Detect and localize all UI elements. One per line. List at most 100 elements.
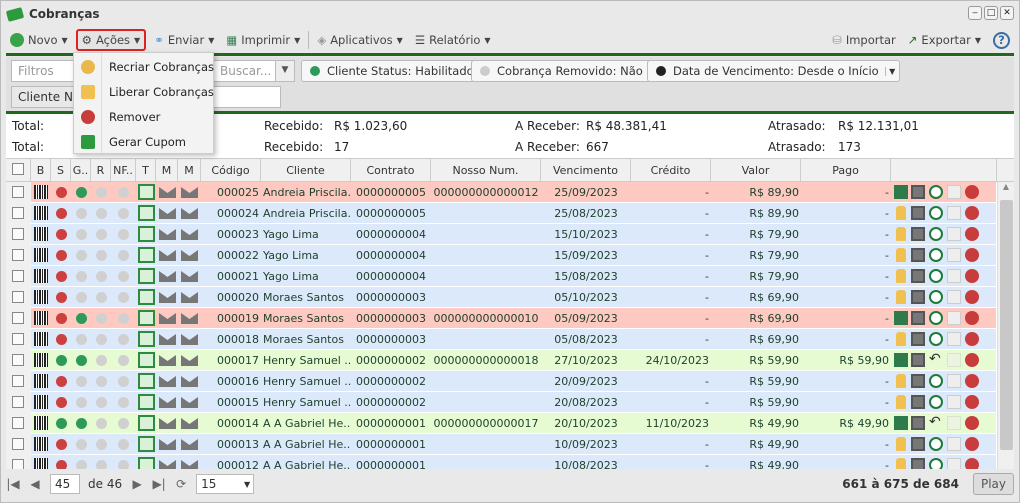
mail-icon[interactable]	[159, 418, 176, 429]
details-icon[interactable]	[911, 353, 925, 367]
details-icon[interactable]	[911, 395, 925, 409]
column-header[interactable]: M	[156, 159, 178, 182]
receipt-icon[interactable]	[947, 332, 961, 346]
remove-icon[interactable]	[965, 416, 979, 430]
lock-icon[interactable]	[896, 395, 906, 409]
details-icon[interactable]	[911, 248, 925, 262]
remove-icon[interactable]	[965, 395, 979, 409]
vertical-scrollbar[interactable]: ▲	[997, 182, 1014, 469]
details-icon[interactable]	[911, 206, 925, 220]
filters-dropdown[interactable]: ▼	[275, 60, 295, 82]
barcode-icon[interactable]	[34, 353, 48, 367]
column-header[interactable]: Nosso Num.	[431, 159, 541, 182]
download-icon[interactable]	[929, 458, 943, 469]
terminal-icon[interactable]	[138, 184, 155, 200]
terminal-icon[interactable]	[138, 331, 155, 347]
details-icon[interactable]	[911, 437, 925, 451]
lock-icon[interactable]	[896, 206, 906, 220]
row-checkbox[interactable]	[12, 333, 24, 345]
terminal-icon[interactable]	[138, 268, 155, 284]
column-header[interactable]: Vencimento	[541, 159, 631, 182]
menu-item-gerar-cupom[interactable]: Gerar Cupom	[74, 129, 215, 154]
barcode-icon[interactable]	[34, 206, 48, 220]
details-icon[interactable]	[911, 290, 925, 304]
mail-icon[interactable]	[159, 229, 176, 240]
column-header[interactable]: Crédito	[631, 159, 711, 182]
mail-icon[interactable]	[159, 292, 176, 303]
terminal-icon[interactable]	[138, 415, 155, 431]
first-page-button[interactable]: |◀	[6, 477, 20, 491]
mail-icon[interactable]	[181, 271, 198, 282]
page-size-select[interactable]: 15 ▼	[196, 474, 255, 494]
receipt-icon[interactable]	[947, 311, 961, 325]
barcode-icon[interactable]	[34, 437, 48, 451]
terminal-icon[interactable]	[138, 289, 155, 305]
column-header[interactable]: R	[91, 159, 111, 182]
remove-icon[interactable]	[965, 437, 979, 451]
next-page-button[interactable]: ▶	[130, 477, 144, 491]
receipt-icon[interactable]	[947, 290, 961, 304]
column-header[interactable]: S	[51, 159, 71, 182]
column-header[interactable]: Contrato	[351, 159, 431, 182]
novo-button[interactable]: Novo ▼	[6, 31, 72, 49]
page-input[interactable]: 45	[50, 474, 80, 494]
terminal-icon[interactable]	[138, 226, 155, 242]
terminal-icon[interactable]	[138, 373, 155, 389]
download-icon[interactable]	[929, 185, 943, 199]
barcode-icon[interactable]	[34, 395, 48, 409]
barcode-icon[interactable]	[34, 311, 48, 325]
mail-icon[interactable]	[159, 187, 176, 198]
mail-icon[interactable]	[159, 208, 176, 219]
remove-icon[interactable]	[965, 290, 979, 304]
details-icon[interactable]	[911, 416, 925, 430]
remove-icon[interactable]	[965, 227, 979, 241]
details-icon[interactable]	[911, 227, 925, 241]
minimize-button[interactable]: ‒	[968, 6, 982, 20]
table-row[interactable]: 000012 A A Gabriel He... 0000000001 10/0…	[6, 455, 996, 469]
details-icon[interactable]	[911, 332, 925, 346]
remove-icon[interactable]	[965, 185, 979, 199]
row-checkbox[interactable]	[12, 207, 24, 219]
row-checkbox[interactable]	[12, 438, 24, 450]
table-row[interactable]: 000013 A A Gabriel He... 0000000001 10/0…	[6, 434, 996, 455]
mail-icon[interactable]	[159, 355, 176, 366]
mail-icon[interactable]	[159, 439, 176, 450]
remove-icon[interactable]	[965, 248, 979, 262]
details-icon[interactable]	[911, 311, 925, 325]
details-icon[interactable]	[911, 269, 925, 283]
lock-icon[interactable]	[896, 227, 906, 241]
aplicativos-button[interactable]: ◈ Aplicativos ▼	[313, 31, 406, 49]
terminal-icon[interactable]	[138, 310, 155, 326]
table-row[interactable]: 000015 Henry Samuel ... 0000000002 20/08…	[6, 392, 996, 413]
receipt-icon[interactable]	[947, 248, 961, 262]
barcode-icon[interactable]	[34, 248, 48, 262]
menu-item-liberar-cobrancas[interactable]: Liberar Cobranças	[74, 79, 215, 104]
receipt-icon[interactable]	[947, 416, 961, 430]
download-icon[interactable]	[929, 248, 943, 262]
remove-icon[interactable]	[965, 353, 979, 367]
undo-icon[interactable]: ↶	[929, 352, 943, 367]
play-button[interactable]: Play	[972, 473, 1014, 495]
remove-icon[interactable]	[965, 374, 979, 388]
filter-chip-cliente-status[interactable]: Cliente Status: Habilitado▼	[301, 60, 495, 82]
download-icon[interactable]	[929, 437, 943, 451]
receipt-icon[interactable]	[947, 227, 961, 241]
terminal-icon[interactable]	[138, 457, 155, 469]
mail-icon[interactable]	[159, 271, 176, 282]
maximize-button[interactable]: □	[984, 6, 998, 20]
row-checkbox[interactable]	[12, 375, 24, 387]
column-header[interactable]: B	[31, 159, 51, 182]
receipt-icon[interactable]	[947, 437, 961, 451]
column-header[interactable]: G..	[71, 159, 91, 182]
details-icon[interactable]	[911, 374, 925, 388]
download-icon[interactable]	[929, 374, 943, 388]
mail-icon[interactable]	[181, 376, 198, 387]
table-row[interactable]: 000025 Andreia Priscila... 0000000005 00…	[6, 182, 996, 203]
close-button[interactable]: ✕	[1000, 6, 1014, 20]
refresh-icon[interactable]: ⟳	[174, 477, 188, 491]
imprimir-button[interactable]: ▦ Imprimir ▼	[222, 31, 304, 49]
mail-icon[interactable]	[159, 460, 176, 469]
importar-button[interactable]: ⛁ Importar	[828, 31, 900, 49]
receipt-icon[interactable]	[947, 458, 961, 469]
download-icon[interactable]	[929, 206, 943, 220]
